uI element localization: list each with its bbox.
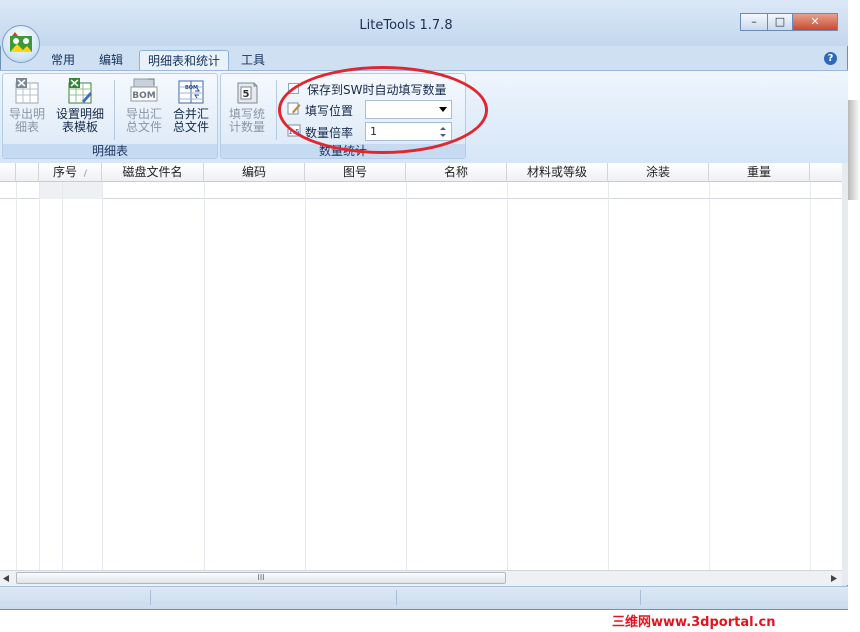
status-bar — [0, 586, 848, 609]
bom-grid[interactable] — [0, 163, 842, 571]
grid-line — [102, 182, 103, 571]
grid-line — [709, 182, 710, 571]
status-divider — [640, 590, 641, 605]
window-title: LiteTools 1.7.8 — [359, 18, 453, 33]
grid-line — [507, 182, 508, 571]
tab-tools[interactable]: 工具 — [234, 50, 272, 70]
export-summary-button[interactable]: BOM 导出汇 总文件 — [120, 77, 168, 134]
sort-indicator-icon: / — [83, 169, 87, 179]
grid-cell-index — [39, 182, 102, 199]
merge-summary-line2: 总文件 — [172, 120, 209, 134]
excel-template-icon — [66, 77, 94, 105]
status-divider — [150, 590, 151, 605]
grid-line — [62, 182, 63, 571]
horizontal-scrollbar[interactable]: III — [0, 570, 842, 586]
grid-line — [305, 182, 306, 571]
window-shadow — [848, 100, 860, 200]
annotation-ellipse — [278, 66, 488, 154]
svg-text:BOM: BOM — [132, 91, 156, 101]
svg-text:BOM: BOM — [185, 85, 198, 91]
vertical-scrollbar[interactable] — [842, 163, 848, 585]
minimize-button[interactable]: – — [740, 13, 768, 31]
status-divider — [396, 590, 397, 605]
bom-icon: BOM — [130, 77, 158, 105]
export-bom-button[interactable]: 导出明 细表 — [4, 77, 50, 134]
merge-summary-button[interactable]: BOM 合并汇 总文件 — [168, 77, 214, 134]
column-header-coating[interactable]: 涂装 — [608, 163, 709, 182]
watermark: 三维网www.3dportal.cn — [612, 615, 776, 630]
column-header-select[interactable] — [0, 163, 16, 182]
scroll-left-icon[interactable] — [3, 575, 9, 582]
grid-line — [608, 182, 609, 571]
maximize-button[interactable]: □ — [767, 13, 793, 31]
column-header-index[interactable]: 序号 / — [39, 163, 102, 182]
column-header-index-label: 序号 — [53, 165, 78, 179]
fill-count-line2: 计数量 — [228, 120, 265, 134]
grid-line — [204, 182, 205, 571]
column-header-weight[interactable]: 重量 — [709, 163, 810, 182]
column-header-material[interactable]: 材料或等级 — [507, 163, 608, 182]
column-header-name[interactable]: 名称 — [406, 163, 507, 182]
grid-line — [16, 182, 17, 571]
grid-line — [406, 182, 407, 571]
fill-count-button[interactable]: 5 填写统 计数量 — [224, 77, 270, 134]
help-icon[interactable]: ? — [824, 52, 837, 65]
ribbon-separator — [114, 80, 115, 140]
excel-export-icon — [13, 77, 41, 105]
ribbon-group-bom-label: 明细表 — [3, 144, 217, 158]
set-bom-template-line2: 表模板 — [61, 120, 98, 134]
ribbon-separator-2 — [276, 80, 277, 140]
bom-merge-icon: BOM — [177, 77, 205, 105]
set-bom-template-button[interactable]: 设置明细 表模板 — [52, 77, 108, 134]
close-button[interactable]: ✕ — [792, 13, 838, 31]
tab-bom-statistics[interactable]: 明细表和统计 — [139, 50, 229, 71]
column-header-filename[interactable]: 磁盘文件名 — [102, 163, 204, 182]
grid-line — [39, 182, 40, 571]
table-row[interactable] — [0, 182, 842, 199]
tab-common[interactable]: 常用 — [44, 50, 82, 70]
tab-edit[interactable]: 编辑 — [92, 50, 130, 70]
column-header-code[interactable]: 编码 — [204, 163, 305, 182]
count-glyph: 5 — [243, 89, 250, 100]
export-summary-line2: 总文件 — [125, 120, 162, 134]
scroll-right-icon[interactable] — [831, 575, 837, 582]
grid-line — [810, 182, 811, 571]
scroll-thumb[interactable]: III — [16, 572, 506, 584]
column-header-blank[interactable] — [16, 163, 39, 182]
column-header-drawing-no[interactable]: 图号 — [305, 163, 406, 182]
export-bom-line2: 细表 — [14, 120, 39, 134]
count-icon: 5 — [233, 77, 261, 105]
